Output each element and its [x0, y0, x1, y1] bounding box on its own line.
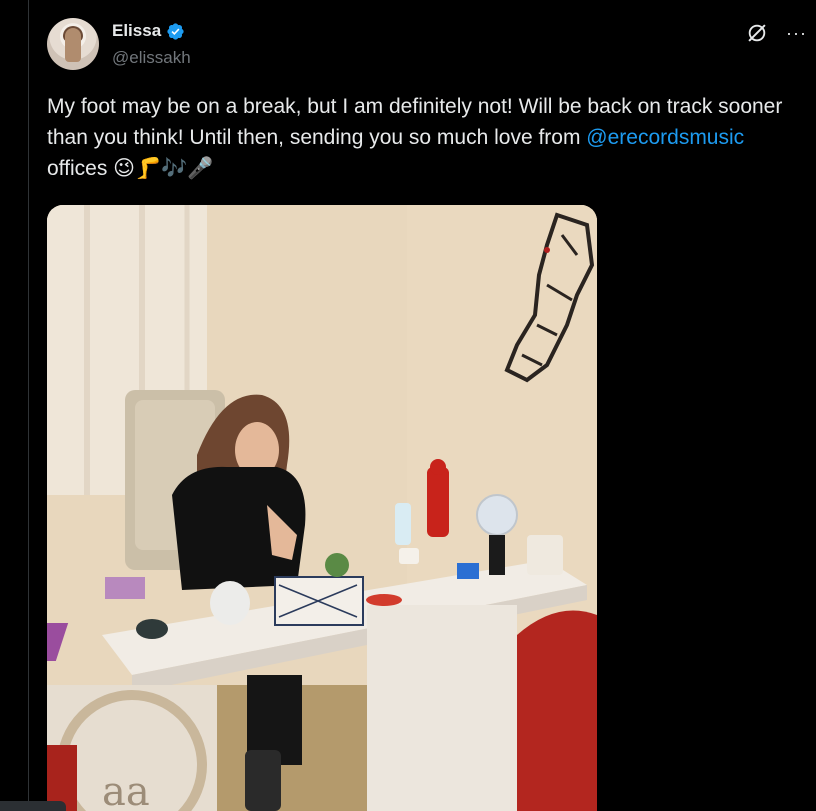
desk-logo-text: aa: [102, 769, 150, 811]
more-options-icon[interactable]: ···: [786, 24, 807, 42]
author-avatar[interactable]: [47, 18, 99, 70]
water-bottle: [395, 503, 411, 545]
tweet-text: My foot may be on a break, but I am defi…: [47, 91, 807, 184]
verified-badge-icon: [167, 22, 184, 40]
avatar-figure: [65, 28, 81, 62]
header-actions: ···: [746, 22, 807, 44]
desk-ornament: [136, 619, 168, 639]
mention-link[interactable]: @erecordsmusic: [586, 126, 744, 149]
tweet-text-part-2: offices: [47, 157, 114, 180]
walking-boot: [245, 750, 281, 811]
red-tray: [366, 594, 402, 606]
tweet-photo[interactable]: aa: [47, 205, 597, 811]
rubik-cube: [457, 563, 479, 579]
photo-scene: aa: [47, 205, 597, 811]
author-name-row: Elissa: [112, 21, 185, 41]
tweet-header: Elissa @elissakh ···: [47, 16, 807, 72]
small-book: [105, 577, 145, 599]
tweet-emoji: 😉🦵🎶🎤: [113, 157, 214, 180]
desk-leg-right: [367, 605, 517, 811]
red-hydrant-decor: [427, 467, 449, 537]
red-armchair: [517, 610, 597, 811]
author-display-name[interactable]: Elissa: [112, 21, 161, 41]
desk-plant: [325, 553, 349, 577]
coffee-cup: [399, 548, 419, 564]
tweet-page: Elissa @elissakh ··· My foot may be on a…: [0, 0, 816, 811]
neon-lamp: [476, 494, 518, 536]
timeline-divider: [28, 0, 29, 811]
grok-icon[interactable]: [746, 22, 768, 44]
ceramic-vase: [527, 535, 563, 575]
bottom-corner-tab[interactable]: [0, 801, 66, 811]
author-handle[interactable]: @elissakh: [112, 48, 191, 68]
desk-speaker: [210, 581, 250, 625]
